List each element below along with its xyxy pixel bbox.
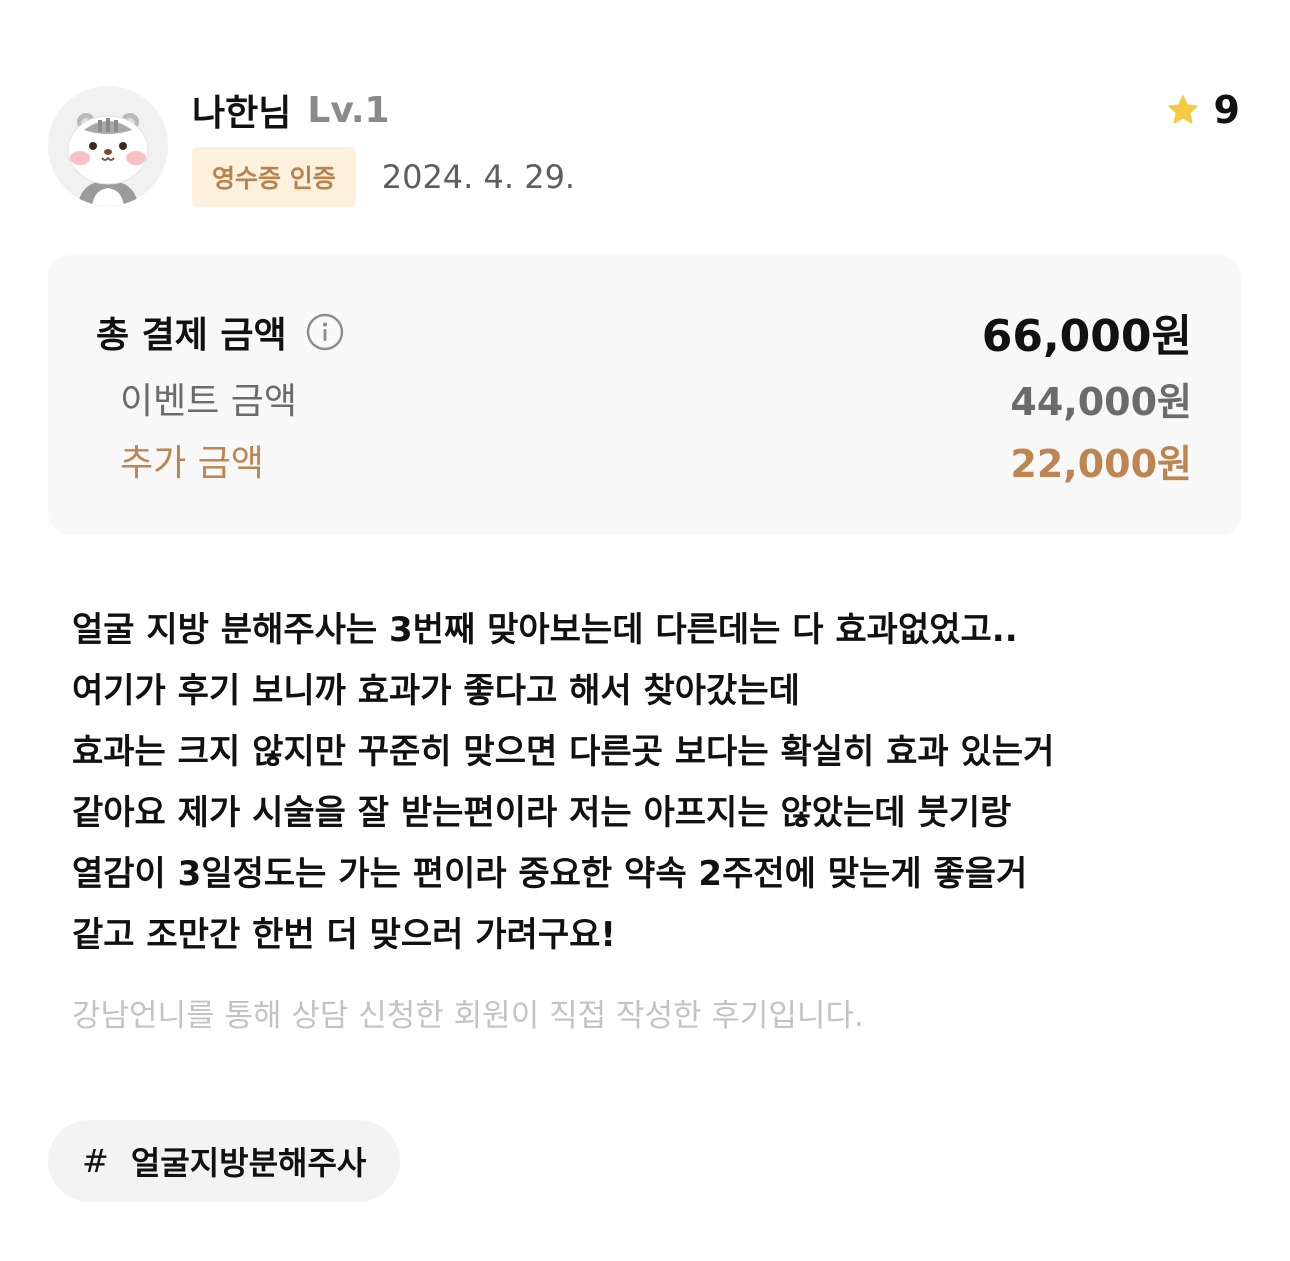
extra-price-amount: 22,000원 bbox=[1010, 441, 1192, 486]
info-icon[interactable] bbox=[305, 312, 345, 352]
author-header: 나한님 Lv.1 bbox=[192, 84, 390, 136]
review-line: 같아요 제가 시술을 잘 받는편이라 저는 아프지는 않았는데 붓기랑 bbox=[72, 793, 1012, 833]
hashtag-icon: # bbox=[82, 1142, 109, 1180]
tag-chip[interactable]: # 얼굴지방분해주사 bbox=[48, 1120, 401, 1202]
review-line: 효과는 크지 않지만 꾸준히 맞으면 다른곳 보다는 확실히 효과 있는거 bbox=[72, 732, 1055, 772]
total-price-amount: 66,000원 bbox=[981, 311, 1192, 362]
review-line: 같고 조만간 한번 더 맞으러 가려구요! bbox=[72, 915, 616, 955]
receipt-verified-badge: 영수증 인증 bbox=[192, 147, 356, 207]
event-price-row: 이벤트 금액 44,000원 bbox=[48, 373, 1242, 424]
author-avatar[interactable] bbox=[48, 86, 168, 206]
review-disclaimer: 강남언니를 통해 상담 신청한 회원이 직접 작성한 후기입니다. bbox=[72, 998, 864, 1034]
author-level: Lv.1 bbox=[307, 89, 390, 131]
event-price-amount: 44,000원 bbox=[1010, 379, 1192, 424]
review-date: 2024. 4. 29. bbox=[381, 158, 576, 196]
event-price-label: 이벤트 금액 bbox=[120, 381, 298, 422]
rating-value: 9 bbox=[1213, 88, 1240, 132]
hamster-avatar-icon bbox=[48, 86, 168, 206]
extra-price-label: 추가 금액 bbox=[120, 443, 264, 484]
review-line: 얼굴 지방 분해주사는 3번째 맞아보는데 다른데는 다 효과없었고.. bbox=[72, 610, 1018, 650]
review-line: 여기가 후기 보니까 효과가 좋다고 해서 찾아갔는데 bbox=[72, 671, 800, 711]
review-text: 얼굴 지방 분해주사는 3번째 맞아보는데 다른데는 다 효과없었고.. 여기가… bbox=[72, 600, 1232, 966]
review-rating: 9 bbox=[1166, 88, 1240, 132]
review-line: 열감이 3일정도는 가는 편이라 중요한 약속 2주전에 맞는게 좋을거 bbox=[72, 854, 1028, 894]
review-meta: 영수증 인증 2024. 4. 29. bbox=[192, 147, 575, 207]
total-price-row: 총 결제 금액 66,000원 bbox=[48, 307, 1242, 362]
extra-price-row: 추가 금액 22,000원 bbox=[48, 435, 1242, 486]
price-summary-box: 총 결제 금액 66,000원 이벤트 금액 44,000원 추가 금액 22,… bbox=[48, 255, 1242, 535]
author-name[interactable]: 나한님 bbox=[192, 84, 291, 136]
star-icon bbox=[1167, 95, 1198, 124]
total-price-label: 총 결제 금액 bbox=[96, 315, 287, 356]
tag-label: 얼굴지방분해주사 bbox=[130, 1144, 367, 1182]
